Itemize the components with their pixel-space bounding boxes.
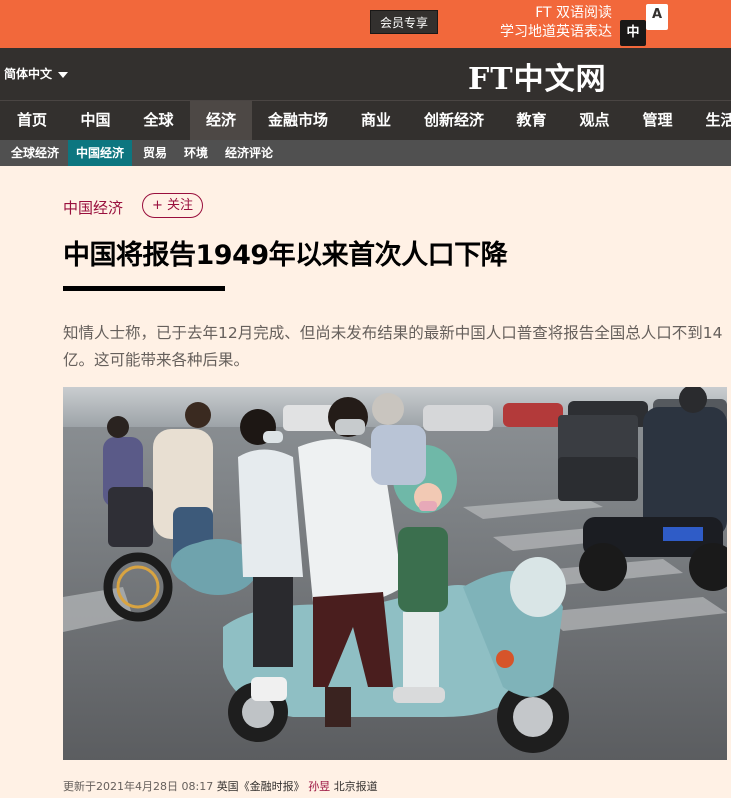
translate-icon-a: A <box>646 4 668 30</box>
article-date: 更新于2021年4月28日 08:17 <box>63 780 214 793</box>
subnav-item-economic-commentary[interactable]: 经济评论 <box>220 140 278 166</box>
subnav-item-china-economy[interactable]: 中国经济 <box>68 140 132 166</box>
nav-item-management[interactable]: 管理 <box>626 101 689 140</box>
follow-button[interactable]: + 关注 <box>142 193 203 218</box>
article-headline: 中国将报告1949年以来首次人口下降 <box>63 240 508 271</box>
caret-down-icon <box>58 71 69 78</box>
member-exclusive-button[interactable]: 会员专享 <box>370 10 438 34</box>
article-standfirst: 知情人士称，已于去年12月完成、但尚未发布结果的最新中国人口普查将报告全国总人口… <box>63 324 723 369</box>
promo-line-1: FT 双语阅读 <box>535 5 612 21</box>
promo-line-2: 学习地道英语表达 <box>500 24 612 40</box>
translate-icon-zh: 中 <box>620 20 646 46</box>
article-author[interactable]: 孙昱 <box>308 780 330 793</box>
article-source: 英国《金融时报》 <box>216 780 305 793</box>
promo-bar: 会员专享 FT 双语阅读 学习地道英语表达 A 中 <box>0 0 731 48</box>
language-selector[interactable]: 简体中文 <box>4 65 69 82</box>
nav-item-life[interactable]: 生活 <box>689 101 731 140</box>
nav-item-economy[interactable]: 经济 <box>190 101 252 140</box>
language-label: 简体中文 <box>4 67 53 81</box>
article-byline: 更新于2021年4月28日 08:17 英国《金融时报》 孙昱 北京报道 <box>63 778 378 794</box>
nav-item-opinion[interactable]: 观点 <box>563 101 626 140</box>
bilingual-reading-promo[interactable]: FT 双语阅读 学习地道英语表达 <box>478 4 612 42</box>
headline-rule <box>63 286 225 291</box>
article-location: 北京报道 <box>333 780 378 793</box>
nav-item-global[interactable]: 全球 <box>127 101 190 140</box>
nav-item-business[interactable]: 商业 <box>344 101 408 140</box>
subnav-item-global-economy[interactable]: 全球经济 <box>2 140 68 166</box>
nav-item-markets[interactable]: 金融市场 <box>252 101 344 140</box>
main-nav: 首页 中国 全球 经济 金融市场 商业 创新经济 教育 观点 管理 生活 <box>0 100 731 140</box>
masthead: 简体中文 FT中文网 <box>0 48 731 100</box>
translate-icon[interactable]: A 中 <box>620 4 670 46</box>
subnav-item-environment[interactable]: 环境 <box>177 140 215 166</box>
nav-item-education[interactable]: 教育 <box>500 101 563 140</box>
site-logo[interactable]: FT中文网 <box>468 54 607 98</box>
article-main-photo <box>63 387 727 760</box>
nav-item-home[interactable]: 首页 <box>0 101 64 140</box>
sub-nav: 全球经济 中国经济 贸易 环境 经济评论 <box>0 140 731 166</box>
subnav-item-trade[interactable]: 贸易 <box>136 140 174 166</box>
nav-item-china[interactable]: 中国 <box>64 101 127 140</box>
nav-item-innovation[interactable]: 创新经济 <box>408 101 500 140</box>
article-section-link[interactable]: 中国经济 <box>63 197 123 218</box>
